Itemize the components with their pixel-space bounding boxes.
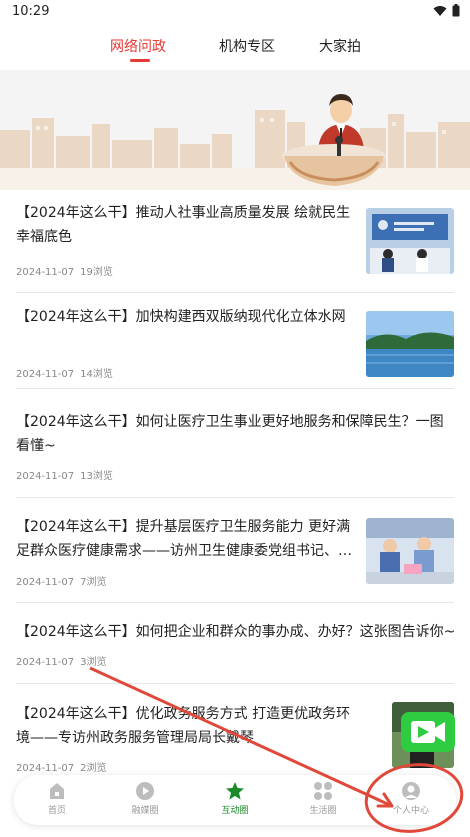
article-meta: 2024-11-07 3浏览 <box>16 653 107 668</box>
home-icon <box>50 783 64 799</box>
article-title: 【2024年这么干】推动人社事业高质量发展 绘就民生幸福底色 <box>16 205 351 245</box>
grid-icon <box>314 782 332 800</box>
tab-network-inquiry[interactable]: 网络问政 <box>110 36 166 56</box>
play-icon <box>136 782 154 800</box>
status-icons <box>433 4 460 17</box>
article-date: 2024-11-07 <box>16 471 75 482</box>
status-bar: 10:29 <box>0 0 470 24</box>
article-meta: 2024-11-07 7浏览 <box>16 573 107 588</box>
nav-item-media[interactable]: 融媒圈 <box>110 781 180 816</box>
article-meta: 2024-11-07 13浏览 <box>16 467 113 482</box>
article-date: 2024-11-07 <box>16 763 75 774</box>
nav-item-interaction[interactable]: 互动圈 <box>200 781 270 816</box>
banner-illustration <box>0 70 470 190</box>
wifi-icon <box>433 5 447 16</box>
article-title: 【2024年这么干】如何把企业和群众的事办成、办好？这张图告诉你~ <box>16 624 454 640</box>
article-views: 19浏览 <box>80 267 113 278</box>
active-tab-indicator <box>130 59 150 62</box>
article-views: 14浏览 <box>80 369 113 380</box>
nav-item-profile[interactable]: 个人中心 <box>376 781 446 816</box>
status-time: 10:29 <box>12 4 50 19</box>
article-title: 【2024年这么干】提升基层医疗卫生服务能力 更好满足群众医疗健康需求——访州卫… <box>16 519 352 559</box>
article-meta: 2024-11-07 19浏览 <box>16 263 113 278</box>
battery-icon <box>452 4 460 17</box>
nav-label: 首页 <box>47 806 66 816</box>
article-views: 2浏览 <box>80 763 107 774</box>
article-item[interactable]: 【2024年这么干】推动人社事业高质量发展 绘就民生幸福底色 2024-11-0… <box>16 201 454 293</box>
person-icon <box>402 782 420 800</box>
article-item[interactable]: 【2024年这么干】如何把企业和群众的事办成、办好？这张图告诉你~ 2024-1… <box>16 620 454 684</box>
bottom-navigation: 首页 融媒圈 互动圈 生活圈 个人中心 <box>14 775 456 825</box>
article-title: 【2024年这么干】如何让医疗卫生事业更好地服务和保障民生？一图看懂~ <box>16 414 444 454</box>
nav-label: 生活圈 <box>309 806 337 816</box>
article-views: 3浏览 <box>80 657 107 668</box>
article-meta: 2024-11-07 2浏览 <box>16 759 107 774</box>
article-thumbnail <box>366 208 454 274</box>
tab-institution-zone[interactable]: 机构专区 <box>219 36 275 56</box>
article-thumbnail <box>366 518 454 584</box>
tab-everyone-photos[interactable]: 大家拍 <box>319 36 361 56</box>
nav-label: 互动圈 <box>221 806 249 816</box>
article-date: 2024-11-07 <box>16 369 75 380</box>
article-views: 7浏览 <box>80 577 107 588</box>
nav-label: 个人中心 <box>392 806 429 816</box>
article-title: 【2024年这么干】优化政务服务方式 打造更优政务环境——专访州政务服务管理局局… <box>16 706 351 746</box>
article-date: 2024-11-07 <box>16 657 75 668</box>
top-tabs: 网络问政 机构专区 大家拍 <box>0 28 470 66</box>
article-meta: 2024-11-07 14浏览 <box>16 365 113 380</box>
article-date: 2024-11-07 <box>16 267 75 278</box>
video-icon <box>411 721 445 743</box>
news-anchor-illustration <box>0 70 470 190</box>
article-date: 2024-11-07 <box>16 577 75 588</box>
article-views: 13浏览 <box>80 471 113 482</box>
star-icon <box>226 782 244 800</box>
article-item[interactable]: 【2024年这么干】如何让医疗卫生事业更好地服务和保障民生？一图看懂~ 2024… <box>16 410 454 498</box>
article-item[interactable]: 【2024年这么干】提升基层医疗卫生服务能力 更好满足群众医疗健康需求——访州卫… <box>16 515 454 603</box>
nav-item-life[interactable]: 生活圈 <box>288 781 358 816</box>
nav-item-home[interactable]: 首页 <box>22 781 92 816</box>
article-item[interactable]: 【2024年这么干】加快构建西双版纳现代化立体水网 2024-11-07 14浏览 <box>16 305 454 389</box>
floating-video-button[interactable] <box>401 712 455 752</box>
article-item[interactable]: 【2024年这么干】优化政务服务方式 打造更优政务环境——专访州政务服务管理局局… <box>16 702 454 776</box>
nav-label: 融媒圈 <box>131 806 159 816</box>
article-thumbnail <box>366 311 454 377</box>
article-title: 【2024年这么干】加快构建西双版纳现代化立体水网 <box>16 309 346 325</box>
